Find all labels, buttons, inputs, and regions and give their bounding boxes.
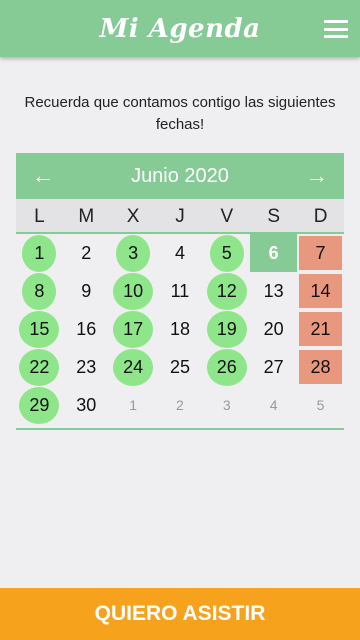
day-number: 2: [81, 242, 92, 263]
day-cell[interactable]: 29: [16, 386, 63, 424]
day-cell[interactable]: 28: [297, 348, 344, 386]
day-cell[interactable]: 19: [203, 310, 250, 348]
day-cell[interactable]: 23: [63, 348, 110, 386]
day-number: 5: [316, 397, 325, 413]
day-number: 21: [310, 318, 331, 339]
prev-month-arrow-icon[interactable]: ←: [30, 163, 56, 189]
day-number: 11: [170, 280, 190, 301]
day-cell[interactable]: 14: [297, 272, 344, 310]
day-cell[interactable]: 8: [16, 272, 63, 310]
day-cell[interactable]: 27: [250, 348, 297, 386]
day-cell[interactable]: 22: [16, 348, 63, 386]
day-number: 25: [169, 356, 190, 377]
day-number: 15: [19, 310, 60, 348]
day-cell[interactable]: 5: [203, 234, 250, 272]
day-cell[interactable]: 12: [203, 272, 250, 310]
day-cell[interactable]: 17: [110, 310, 157, 348]
weekday-label: D: [313, 206, 328, 227]
day-number: 1: [129, 397, 137, 413]
day-number: 13: [263, 280, 284, 301]
attend-button[interactable]: QUIERO ASISTIR: [0, 588, 360, 640]
day-cell[interactable]: 11: [157, 272, 204, 310]
day-number: 20: [263, 318, 284, 339]
day-cell[interactable]: 5: [297, 386, 344, 424]
weekday-label: V: [220, 206, 234, 227]
day-number: 17: [113, 310, 154, 348]
day-cell[interactable]: 1: [16, 234, 63, 272]
weekday-label: L: [34, 206, 45, 227]
weekday-label: S: [267, 206, 281, 227]
day-cell[interactable]: 4: [250, 386, 297, 424]
day-number: 19: [206, 310, 247, 348]
day-number: 23: [76, 356, 97, 377]
day-number: 14: [310, 280, 331, 301]
day-cell[interactable]: 18: [157, 310, 204, 348]
day-cell[interactable]: 25: [157, 348, 204, 386]
app-title: Mi Agenda: [99, 13, 261, 44]
day-number: 28: [310, 356, 331, 377]
day-cell[interactable]: 13: [250, 272, 297, 310]
day-number: 3: [222, 397, 231, 413]
day-cell[interactable]: 7: [297, 234, 344, 272]
day-number: 29: [19, 386, 60, 424]
day-number: 2: [176, 397, 184, 413]
weekday-label: X: [126, 206, 140, 227]
day-cell[interactable]: 30: [63, 386, 110, 424]
day-number: 3: [116, 234, 151, 272]
hamburger-menu-icon[interactable]: [324, 20, 348, 38]
day-number: 12: [206, 272, 247, 310]
day-cell[interactable]: 26: [203, 348, 250, 386]
day-cell[interactable]: 9: [63, 272, 110, 310]
weekday-label: M: [78, 206, 95, 227]
day-number: 5: [209, 234, 244, 272]
day-number: 16: [76, 318, 97, 339]
day-cell[interactable]: 4: [157, 234, 204, 272]
day-number: 24: [113, 348, 154, 386]
day-cell[interactable]: 24: [110, 348, 157, 386]
calendar: ← Junio 2020 → L M X J V S D 1 2 3 4 5 6 7 8 9 10…: [16, 153, 344, 430]
day-cell[interactable]: 1: [110, 386, 157, 424]
day-number: 7: [315, 242, 326, 263]
day-number: 8: [22, 272, 57, 310]
day-number: 4: [269, 397, 278, 413]
day-cell[interactable]: 16: [63, 310, 110, 348]
day-cell[interactable]: 15: [16, 310, 63, 348]
app-header: Mi Agenda: [0, 0, 360, 57]
day-number: 18: [169, 318, 190, 339]
day-number: 1: [22, 234, 57, 272]
day-cell[interactable]: 3: [110, 234, 157, 272]
month-label: Junio 2020: [131, 164, 229, 187]
day-cell[interactable]: 21: [297, 310, 344, 348]
day-cell[interactable]: 3: [203, 386, 250, 424]
day-cell[interactable]: 10: [110, 272, 157, 310]
day-number: 6: [268, 242, 279, 263]
day-number: 22: [19, 348, 60, 386]
day-number: 26: [206, 348, 247, 386]
day-cell[interactable]: 2: [157, 386, 204, 424]
calendar-header: ← Junio 2020 →: [16, 153, 344, 199]
day-number: 27: [263, 356, 284, 377]
day-number: 9: [81, 280, 92, 301]
day-number: 30: [76, 394, 97, 415]
next-month-arrow-icon[interactable]: →: [304, 163, 330, 189]
day-grid: 1 2 3 4 5 6 7 8 9 10 11 12 13 14 15 16 17 18 19 20 21 22 23 24 2…: [16, 234, 344, 430]
day-cell[interactable]: 2: [63, 234, 110, 272]
day-cell[interactable]: 6: [250, 234, 298, 272]
day-number: 10: [113, 272, 154, 310]
day-number: 4: [174, 242, 185, 263]
weekday-label: J: [175, 206, 185, 227]
intro-text: Recuerda que contamos contigo las siguie…: [24, 94, 336, 133]
weekday-row: L M X J V S D: [16, 199, 344, 234]
day-cell[interactable]: 20: [250, 310, 297, 348]
